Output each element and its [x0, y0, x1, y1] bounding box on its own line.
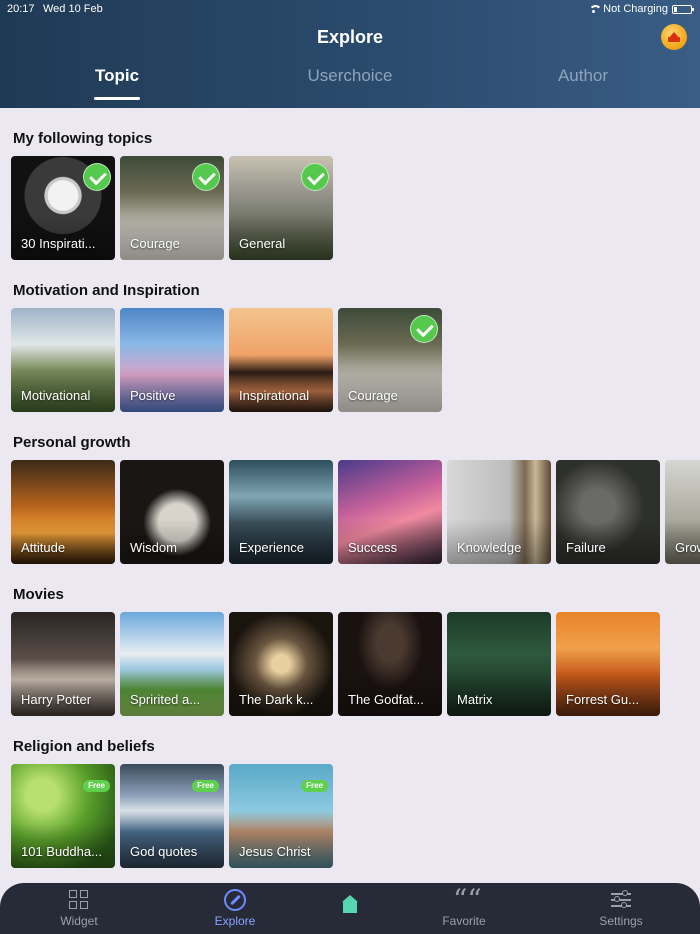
compass-icon: [224, 889, 246, 911]
section-title-movies: Movies: [13, 586, 64, 603]
topic-card[interactable]: General: [229, 156, 333, 260]
topic-card[interactable]: Inspirational: [229, 308, 333, 412]
topic-card[interactable]: 30 Inspirati...: [11, 156, 115, 260]
section-title-following: My following topics: [13, 130, 153, 147]
card-label: Courage: [130, 236, 180, 251]
card-label: The Dark k...: [239, 692, 314, 707]
topic-card[interactable]: Grow: [665, 460, 700, 564]
topic-card[interactable]: Free 101 Buddha...: [11, 764, 115, 868]
topic-card[interactable]: Failure: [556, 460, 660, 564]
card-label: 101 Buddha...: [21, 844, 102, 859]
tab-topic[interactable]: Topic: [37, 66, 197, 86]
topic-card[interactable]: Knowledge: [447, 460, 551, 564]
nav-home[interactable]: [290, 889, 410, 915]
card-label: Experience: [239, 540, 305, 555]
check-icon: [410, 315, 438, 343]
section-title-religion: Religion and beliefs: [13, 738, 155, 755]
battery-status: Not Charging: [603, 3, 668, 15]
nav-label: Favorite: [442, 914, 486, 928]
card-label: God quotes: [130, 844, 198, 859]
active-tab-indicator: [94, 97, 140, 100]
topic-card[interactable]: Free God quotes: [120, 764, 224, 868]
card-label: Grow: [675, 540, 700, 555]
nav-label: Widget: [60, 914, 98, 928]
check-icon: [301, 163, 329, 191]
tab-bar: Topic Userchoice Author: [0, 66, 700, 108]
status-time: 20:17: [7, 3, 35, 15]
card-label: Wisdom: [130, 540, 177, 555]
quote-icon: ““: [453, 883, 482, 916]
card-label: Jesus Christ: [239, 844, 311, 859]
section-title-personal-growth: Personal growth: [13, 434, 131, 451]
nav-settings[interactable]: Settings: [561, 889, 681, 928]
bottom-nav: Widget Explore ““ Favorite Settings: [0, 883, 700, 934]
tab-author[interactable]: Author: [503, 66, 663, 86]
card-label: Positive: [130, 388, 176, 403]
topic-card[interactable]: Matrix: [447, 612, 551, 716]
section-title-motivation: Motivation and Inspiration: [13, 282, 200, 299]
card-label: Motivational: [21, 388, 91, 403]
topic-card[interactable]: Wisdom: [120, 460, 224, 564]
status-right: Not Charging: [588, 3, 694, 15]
page-title: Explore: [316, 27, 384, 47]
topic-card[interactable]: Positive: [120, 308, 224, 412]
card-label: The Godfat...: [348, 692, 424, 707]
card-label: Matrix: [457, 692, 493, 707]
card-label: General: [239, 236, 286, 251]
wifi-icon: [588, 5, 603, 13]
free-badge: Free: [192, 780, 219, 792]
card-label: Forrest Gu...: [566, 692, 639, 707]
topic-card[interactable]: Courage: [338, 308, 442, 412]
free-badge: Free: [301, 780, 328, 792]
card-label: Inspirational: [239, 388, 310, 403]
row-personal-growth: Attitude Wisdom Experience Success Knowl…: [11, 460, 700, 565]
card-label: Knowledge: [457, 540, 522, 555]
topic-card[interactable]: The Godfat...: [338, 612, 442, 716]
home-icon: [340, 895, 360, 915]
topic-card[interactable]: Forrest Gu...: [556, 612, 660, 716]
card-label: Attitude: [21, 540, 66, 555]
topic-card[interactable]: The Dark k...: [229, 612, 333, 716]
status-bar: 20:17 Wed 10 Feb Not Charging: [0, 3, 700, 17]
sliders-icon: [610, 889, 632, 911]
topic-card[interactable]: Motivational: [11, 308, 115, 412]
topic-card[interactable]: Harry Potter: [11, 612, 115, 716]
app-header: 20:17 Wed 10 Feb Not Charging Explore To…: [0, 0, 700, 108]
topic-card[interactable]: Experience: [229, 460, 333, 564]
topic-card[interactable]: Courage: [120, 156, 224, 260]
check-icon: [83, 163, 111, 191]
card-label: Harry Potter: [21, 692, 92, 707]
nav-widget[interactable]: Widget: [19, 889, 139, 928]
topic-card[interactable]: Success: [338, 460, 442, 564]
topic-card[interactable]: Attitude: [11, 460, 115, 564]
status-date: Wed 10 Feb: [43, 3, 103, 15]
nav-label: Explore: [214, 914, 256, 928]
tab-userchoice[interactable]: Userchoice: [270, 66, 430, 86]
card-label: Spririted a...: [130, 692, 201, 707]
topic-card[interactable]: Spririted a...: [120, 612, 224, 716]
nav-explore[interactable]: Explore: [175, 889, 295, 928]
nav-label: Settings: [599, 914, 643, 928]
widget-icon: [68, 889, 90, 911]
nav-favorite[interactable]: ““ Favorite: [404, 883, 524, 929]
free-badge: Free: [83, 780, 110, 792]
card-label: Failure: [566, 540, 606, 555]
card-label: 30 Inspirati...: [21, 236, 96, 251]
card-label: Success: [348, 540, 398, 555]
battery-icon: [672, 4, 694, 14]
topic-card[interactable]: Free Jesus Christ: [229, 764, 333, 868]
check-icon: [192, 163, 220, 191]
card-label: Courage: [348, 388, 398, 403]
premium-button[interactable]: [661, 24, 687, 50]
crown-icon: [667, 31, 681, 43]
